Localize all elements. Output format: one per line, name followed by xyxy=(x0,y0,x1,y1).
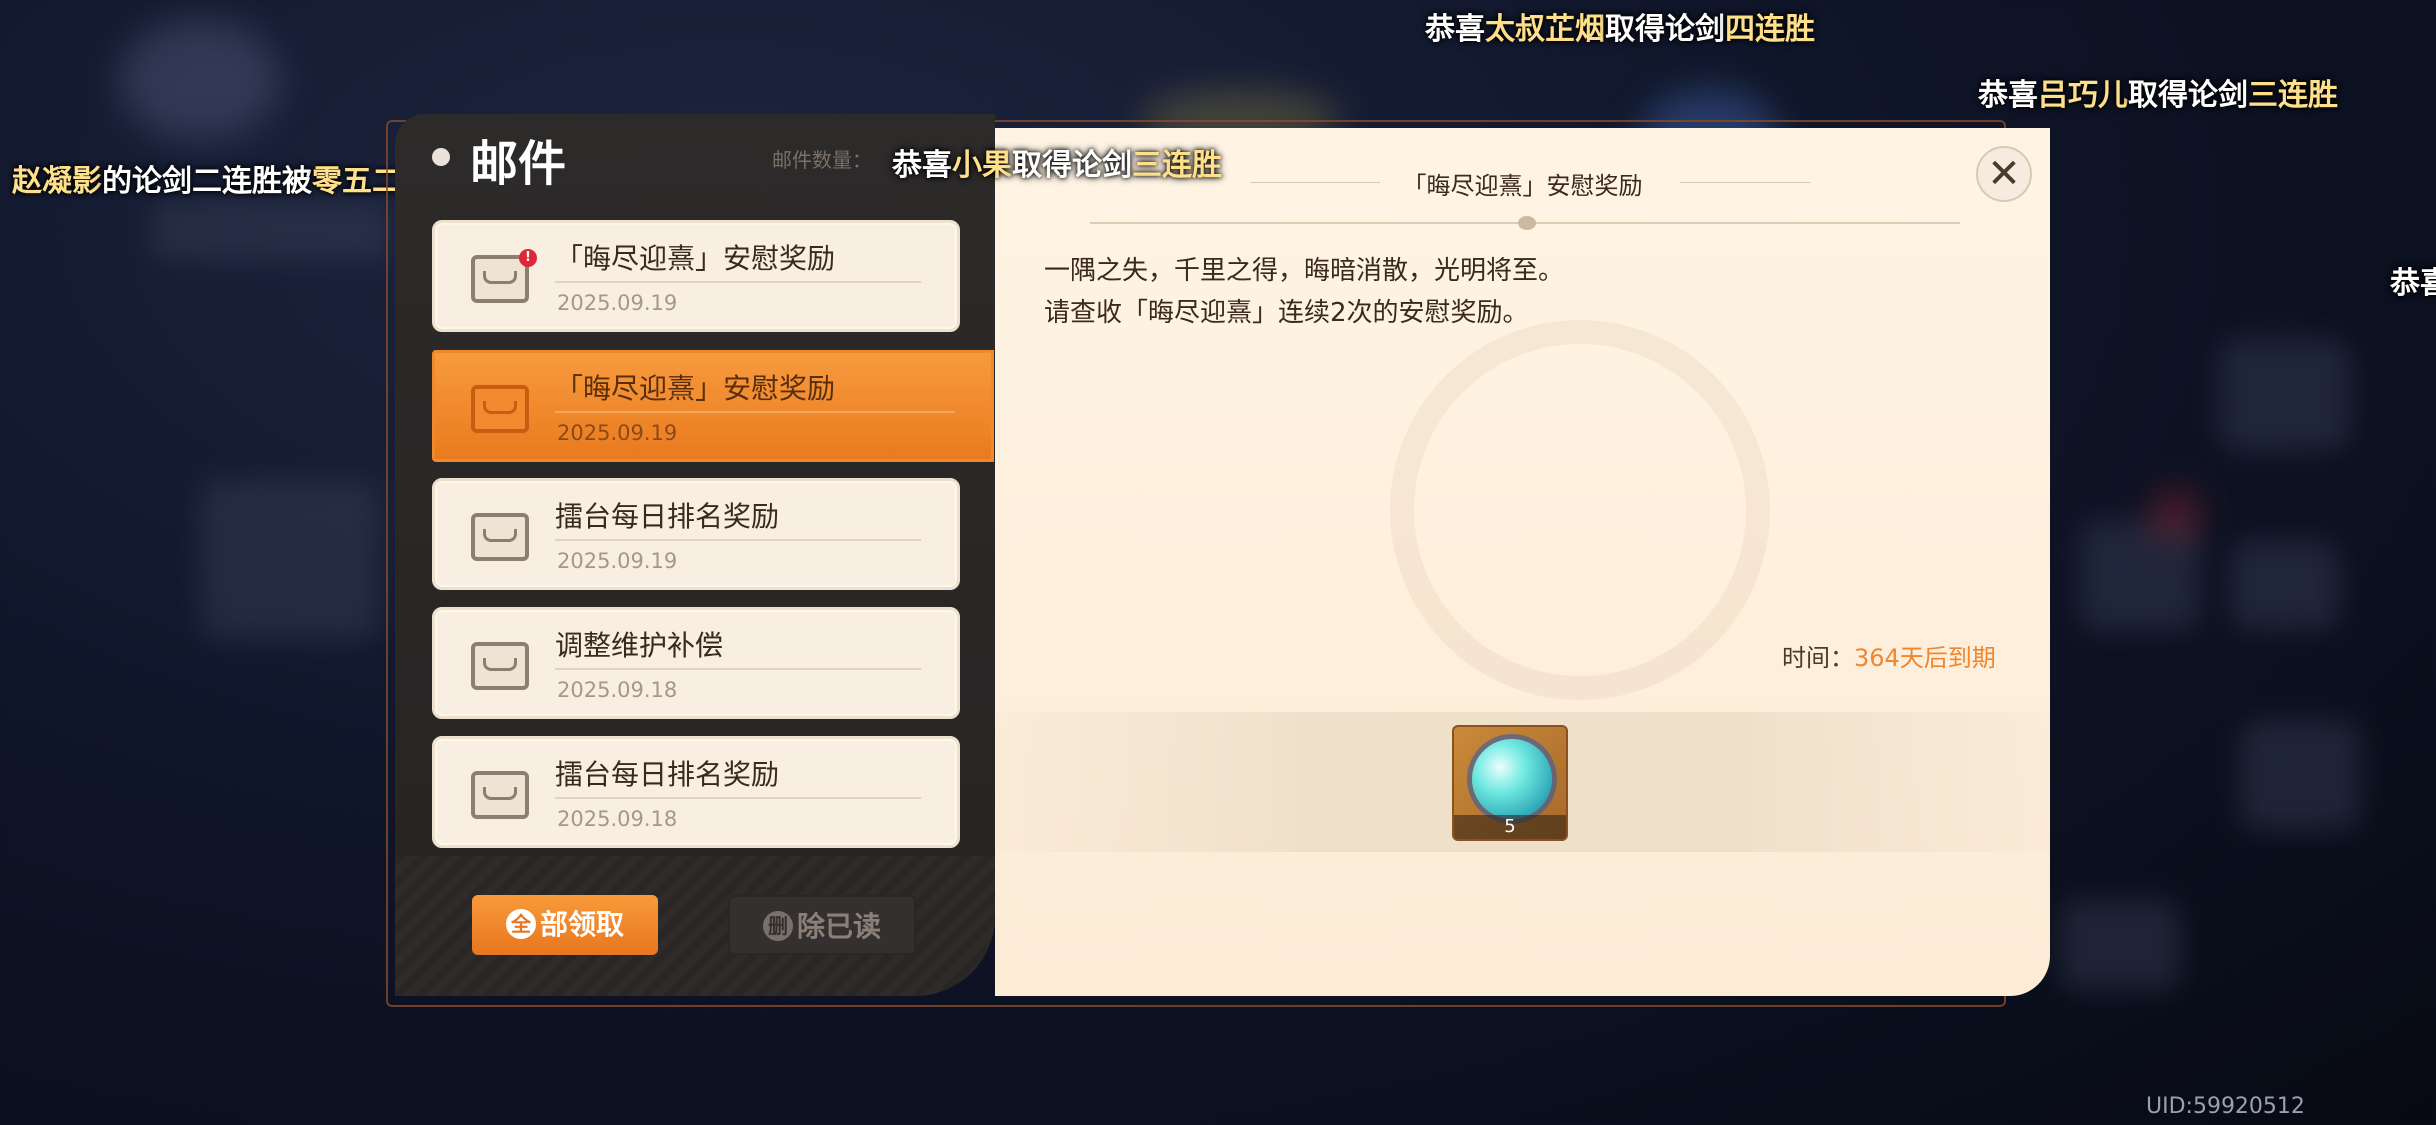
mail-date: 2025.09.19 xyxy=(557,549,678,573)
announcement-segment: 四连胜 xyxy=(1725,12,1815,47)
announcement-banner: 恭喜 xyxy=(2390,258,2436,302)
mail-title: 擂台每日排名奖励 xyxy=(555,500,780,533)
unread-badge: ! xyxy=(519,249,537,267)
mail-separator xyxy=(555,668,921,670)
mail-item-selected[interactable]: 「晦尽迎熹」安慰奖励 2025.09.19 xyxy=(432,350,994,462)
reward-item[interactable]: 5 xyxy=(1452,725,1568,841)
announcement-segment: 三连胜 xyxy=(1132,148,1222,183)
background-blur xyxy=(2220,340,2350,450)
background-blur xyxy=(2230,540,2340,630)
background-blur xyxy=(150,200,390,260)
mail-separator xyxy=(555,797,921,799)
announcement-segment: 小果 xyxy=(952,148,1012,183)
mail-date: 2025.09.19 xyxy=(557,421,678,445)
background-blur xyxy=(2150,490,2200,540)
announcement-segment: 恭喜 xyxy=(1425,12,1485,47)
mail-separator xyxy=(555,539,921,541)
announcement-segment: 恭喜 xyxy=(1978,78,2038,113)
mail-item[interactable]: 擂台每日排名奖励 2025.09.18 xyxy=(432,736,960,848)
mail-date: 2025.09.18 xyxy=(557,807,678,831)
announcement-segment: 太叔芷烟 xyxy=(1485,12,1605,47)
announcement-banner: 恭喜吕巧儿取得论剑三连胜 xyxy=(1978,70,2338,114)
mail-separator xyxy=(555,281,921,283)
cyan-orb-icon xyxy=(1472,739,1552,819)
chest-icon xyxy=(471,642,529,690)
delete-read-button[interactable]: 删除已读 xyxy=(728,895,916,955)
title-ornament xyxy=(432,148,450,166)
announcement-segment: 的论剑二连胜被 xyxy=(102,164,312,199)
detail-body-line: 一隅之失，千里之得，晦暗消散，光明将至。 xyxy=(1044,256,1565,286)
announcement-segment: 三连胜 xyxy=(2248,78,2338,113)
expiry-time: 时间：364天后到期 xyxy=(1782,638,1996,673)
delete-read-label: 除已读 xyxy=(796,910,881,943)
mail-date: 2025.09.19 xyxy=(557,291,678,315)
mail-title: 调整维护补偿 xyxy=(555,629,724,662)
mail-title: 擂台每日排名奖励 xyxy=(555,758,780,791)
announcement-segment: 取得论剑 xyxy=(2128,78,2248,113)
announcement-segment: 赵凝影 xyxy=(12,164,102,199)
background-blur xyxy=(200,480,380,640)
expiry-label: 时间： xyxy=(1782,644,1854,672)
watermark-emblem xyxy=(1390,320,1770,700)
announcement-segment: 恭喜 xyxy=(2390,266,2436,301)
page-title: 邮件 xyxy=(470,136,567,192)
uid-label: UID:59920512 xyxy=(2146,1094,2305,1119)
mail-separator xyxy=(555,411,955,413)
announcement-banner: 恭喜太叔芷烟取得论剑四连胜 xyxy=(1425,4,1815,48)
mail-title: 「晦尽迎熹」安慰奖励 xyxy=(555,242,836,275)
mail-count-label: 邮件数量： xyxy=(772,148,872,172)
claim-icon: 全 xyxy=(505,908,536,939)
background-blur xyxy=(2060,900,2180,990)
detail-body-line: 请查收「晦尽迎熹」连续2次的安慰奖励。 xyxy=(1044,298,1529,328)
chest-icon xyxy=(471,385,529,433)
announcement-segment: 取得论剑 xyxy=(1605,12,1725,47)
mail-title: 「晦尽迎熹」安慰奖励 xyxy=(555,372,836,405)
mail-item[interactable]: ! 「晦尽迎熹」安慰奖励 2025.09.19 xyxy=(432,220,960,332)
announcement-segment: 吕巧儿 xyxy=(2038,78,2128,113)
expiry-value: 364天后到期 xyxy=(1854,644,1996,672)
divider-ornament xyxy=(1518,216,1536,230)
announcement-banner: 恭喜小果取得论剑三连胜 xyxy=(892,140,1222,184)
mail-item[interactable]: 调整维护补偿 2025.09.18 xyxy=(432,607,960,719)
background-blur xyxy=(120,20,280,140)
reward-quantity: 5 xyxy=(1454,815,1566,839)
crossed-swords-close-icon[interactable]: ✕ xyxy=(1976,146,2032,202)
announcement-segment: 取得论剑 xyxy=(1012,148,1132,183)
delete-icon: 删 xyxy=(762,910,793,941)
claim-all-button[interactable]: 全部领取 xyxy=(472,895,658,955)
chest-icon xyxy=(471,771,529,819)
announcement-segment: 恭喜 xyxy=(892,148,952,183)
background-blur xyxy=(2240,720,2360,830)
mail-item[interactable]: 擂台每日排名奖励 2025.09.19 xyxy=(432,478,960,590)
claim-all-label: 部领取 xyxy=(539,908,624,941)
mail-date: 2025.09.18 xyxy=(557,678,678,702)
chest-icon xyxy=(471,513,529,561)
